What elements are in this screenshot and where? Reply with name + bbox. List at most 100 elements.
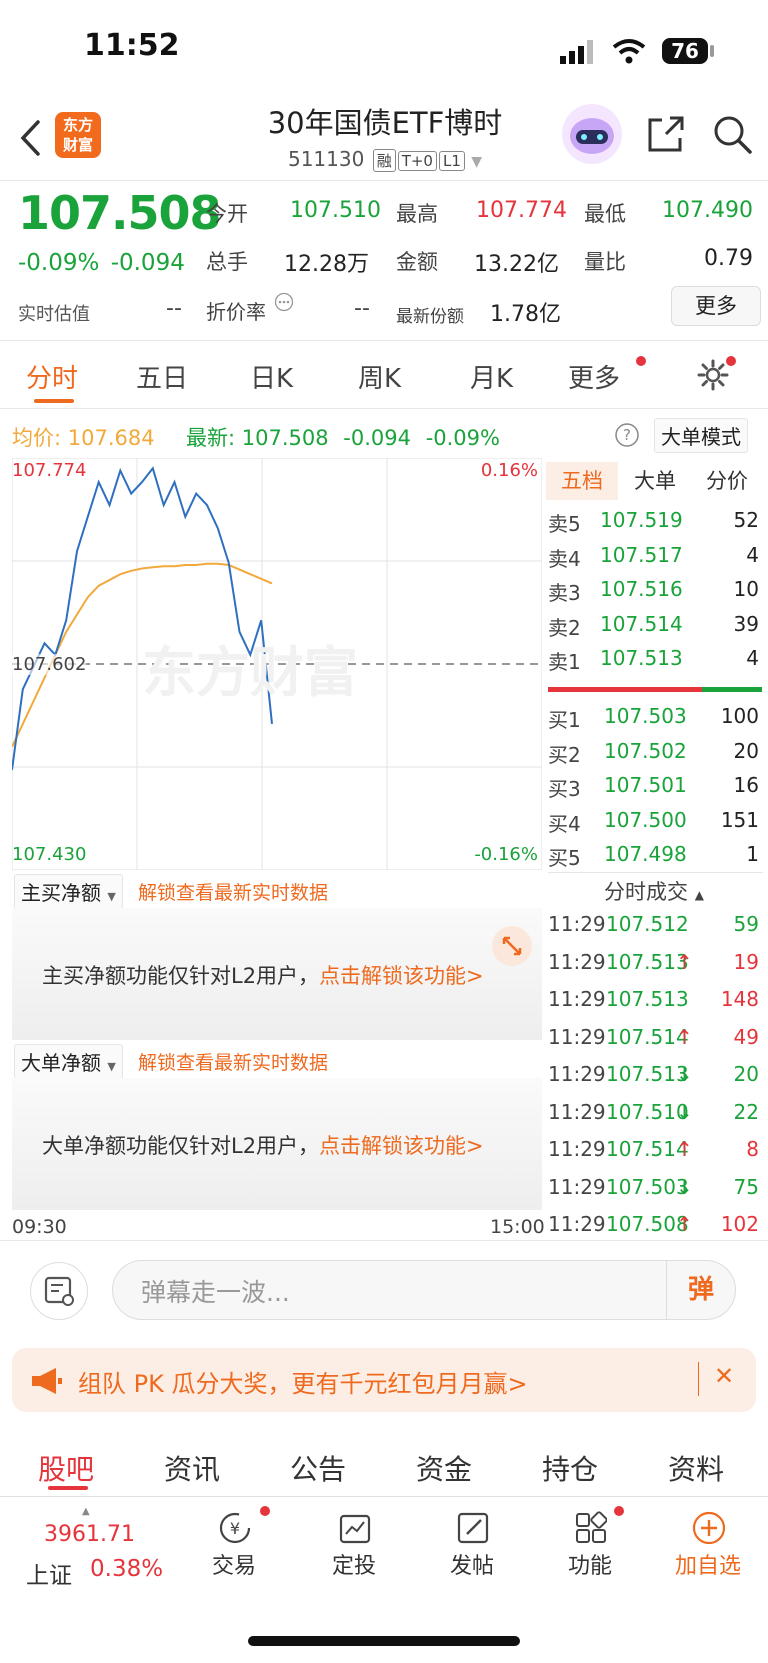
yuan-exchange-icon: ¥ xyxy=(219,1512,251,1544)
share-icon[interactable] xyxy=(646,114,686,154)
assistant-robot-icon[interactable] xyxy=(562,104,622,164)
trade-volume: 49 xyxy=(733,1024,759,1049)
auto-invest-label: 定投 xyxy=(331,1554,376,1579)
bid-row[interactable]: 买1 107.503 100 xyxy=(548,704,763,738)
stock-code-row[interactable]: 511130 融 T+0 L1 ▼ xyxy=(200,147,570,172)
big-net-panel: 大单净额功能仅针对L2用户，点击解锁该功能> xyxy=(12,1078,542,1210)
trade-row: 11:29 107.503 ↓ 75 xyxy=(548,1175,763,1209)
realtime-est-label: 实时估值 xyxy=(18,304,90,325)
divider xyxy=(0,1240,768,1241)
tab-monthly-k[interactable]: 月K xyxy=(470,358,513,395)
trade-volume: 75 xyxy=(733,1174,759,1199)
divider xyxy=(0,340,768,341)
big-net-unlock-link[interactable]: 解锁查看最新实时数据 xyxy=(138,1048,328,1075)
ask-row[interactable]: 卖1 107.513 4 xyxy=(548,646,763,680)
settings-gear-icon[interactable] xyxy=(696,358,730,392)
danmu-placeholder: 弹幕走一波... xyxy=(141,1278,290,1307)
tab-profile[interactable]: 资料 xyxy=(668,1448,724,1488)
main-net-unlock-button[interactable]: 点击解锁该功能> xyxy=(319,964,484,988)
info-dots-icon[interactable] xyxy=(274,292,294,312)
stat-value-ratio: 0.79 xyxy=(704,246,753,271)
tab-more[interactable]: 更多 xyxy=(568,358,620,395)
trade-volume: 59 xyxy=(733,912,759,936)
ask-level-label: 卖2 xyxy=(548,615,581,640)
trades-title[interactable]: 分时成交 ▲ xyxy=(604,876,704,906)
trade-volume: 102 xyxy=(720,1212,759,1236)
bid-level-label: 买2 xyxy=(548,742,581,767)
stat-value-low: 107.490 xyxy=(662,198,753,223)
back-icon[interactable] xyxy=(18,118,42,158)
tab-price-dist[interactable]: 分价 xyxy=(692,462,762,500)
stat-label: 最高 xyxy=(396,202,438,226)
bid-row[interactable]: 买5 107.498 1 xyxy=(548,842,763,876)
tab-holdings[interactable]: 持仓 xyxy=(542,1448,598,1488)
danmu-settings-icon[interactable] xyxy=(30,1262,88,1320)
stat-value-shares: 1.78亿 xyxy=(490,302,561,327)
caret-down-icon: ▼ xyxy=(107,1060,116,1073)
avg-label: 均价: xyxy=(12,426,62,450)
bid-volume: 100 xyxy=(720,704,759,728)
tab-announcements[interactable]: 公告 xyxy=(290,1448,346,1488)
tab-forum[interactable]: 股吧 xyxy=(38,1448,94,1488)
tab-five-day[interactable]: 五日 xyxy=(136,358,188,395)
trade-button[interactable]: ¥ 交易 xyxy=(184,1510,284,1580)
big-net-dropdown[interactable]: 大单净额 ▼ xyxy=(14,1044,123,1079)
grid-icon xyxy=(576,1511,607,1543)
latest-change: -0.094 xyxy=(343,426,411,450)
trade-price: 107.512 xyxy=(606,912,689,936)
add-watchlist-label: 加自选 xyxy=(674,1554,741,1579)
bid-row[interactable]: 买3 107.501 16 xyxy=(548,773,763,807)
more-stats-button[interactable]: 更多 xyxy=(671,286,761,326)
stat-value-high: 107.774 xyxy=(476,198,567,223)
bottom-tab-indicator xyxy=(48,1486,88,1490)
tab-news[interactable]: 资讯 xyxy=(164,1448,220,1488)
tab-weekly-k[interactable]: 周K xyxy=(358,358,401,395)
danmu-toggle-button[interactable]: 弹 xyxy=(666,1261,735,1319)
stat-label: 量比 xyxy=(584,250,626,274)
search-icon[interactable] xyxy=(712,114,754,156)
ask-volume: 52 xyxy=(733,508,759,532)
tab-daily-k[interactable]: 日K xyxy=(250,358,293,395)
post-button[interactable]: 发帖 xyxy=(422,1510,522,1580)
ask-row[interactable]: 卖5 107.519 52 xyxy=(548,508,763,542)
auto-invest-button[interactable]: 定投 xyxy=(304,1510,404,1580)
promo-banner[interactable]: 组队 PK 瓜分大奖，更有千元红包月月赢> ✕ xyxy=(12,1348,756,1412)
ask-row[interactable]: 卖3 107.516 10 xyxy=(548,577,763,611)
bid-price: 107.501 xyxy=(604,773,687,797)
functions-button[interactable]: 功能 xyxy=(540,1510,640,1580)
big-net-unlock-button[interactable]: 点击解锁该功能> xyxy=(319,1134,484,1158)
expand-icon[interactable] xyxy=(492,926,532,966)
index-ticker[interactable]: ▲ 3961.71 上证 0.38% xyxy=(20,1506,170,1589)
add-watchlist-button[interactable]: 加自选 xyxy=(658,1510,758,1580)
tab-intraday[interactable]: 分时 xyxy=(26,358,78,395)
bid-row[interactable]: 买4 107.500 151 xyxy=(548,808,763,842)
trade-price: 107.513 xyxy=(606,987,689,1011)
ask-row[interactable]: 卖2 107.514 39 xyxy=(548,612,763,646)
tab-big-orders[interactable]: 大单 xyxy=(620,462,690,500)
stat-label: 总手 xyxy=(206,250,248,274)
tab-funds[interactable]: 资金 xyxy=(416,1448,472,1488)
trade-time: 11:29 xyxy=(548,1212,606,1236)
danmu-input-box[interactable]: 弹幕走一波... 弹 xyxy=(112,1260,736,1320)
intraday-chart-svg xyxy=(11,457,543,871)
ask-row[interactable]: 卖4 107.517 4 xyxy=(548,543,763,577)
trade-direction-arrow: ↑ xyxy=(676,1024,693,1049)
stat-label: 金额 xyxy=(396,250,438,274)
bid-row[interactable]: 买2 107.502 20 xyxy=(548,739,763,773)
big-order-mode-button[interactable]: 大单模式 xyxy=(654,418,748,453)
tab-five-levels[interactable]: 五档 xyxy=(546,462,618,500)
stat-label: 今开 xyxy=(206,202,248,226)
help-icon[interactable]: ? xyxy=(614,422,640,448)
intraday-chart[interactable]: 107.774 0.16% 107.602 107.430 -0.16% 东方财… xyxy=(11,457,543,871)
ask-price: 107.519 xyxy=(600,508,683,532)
main-net-dropdown[interactable]: 主买净额 ▼ xyxy=(14,874,123,909)
close-icon[interactable]: ✕ xyxy=(714,1362,734,1390)
wifi-icon xyxy=(612,39,646,64)
stat-label-discount: 折价率 xyxy=(206,300,266,324)
notification-dot xyxy=(726,356,736,366)
main-net-unlock-link[interactable]: 解锁查看最新实时数据 xyxy=(138,878,328,905)
latest-pct: -0.09% xyxy=(425,426,500,450)
price-change: -0.09% -0.094 xyxy=(18,250,185,276)
bid-level-label: 买3 xyxy=(548,777,581,801)
latest-value: 107.508 xyxy=(241,426,329,450)
